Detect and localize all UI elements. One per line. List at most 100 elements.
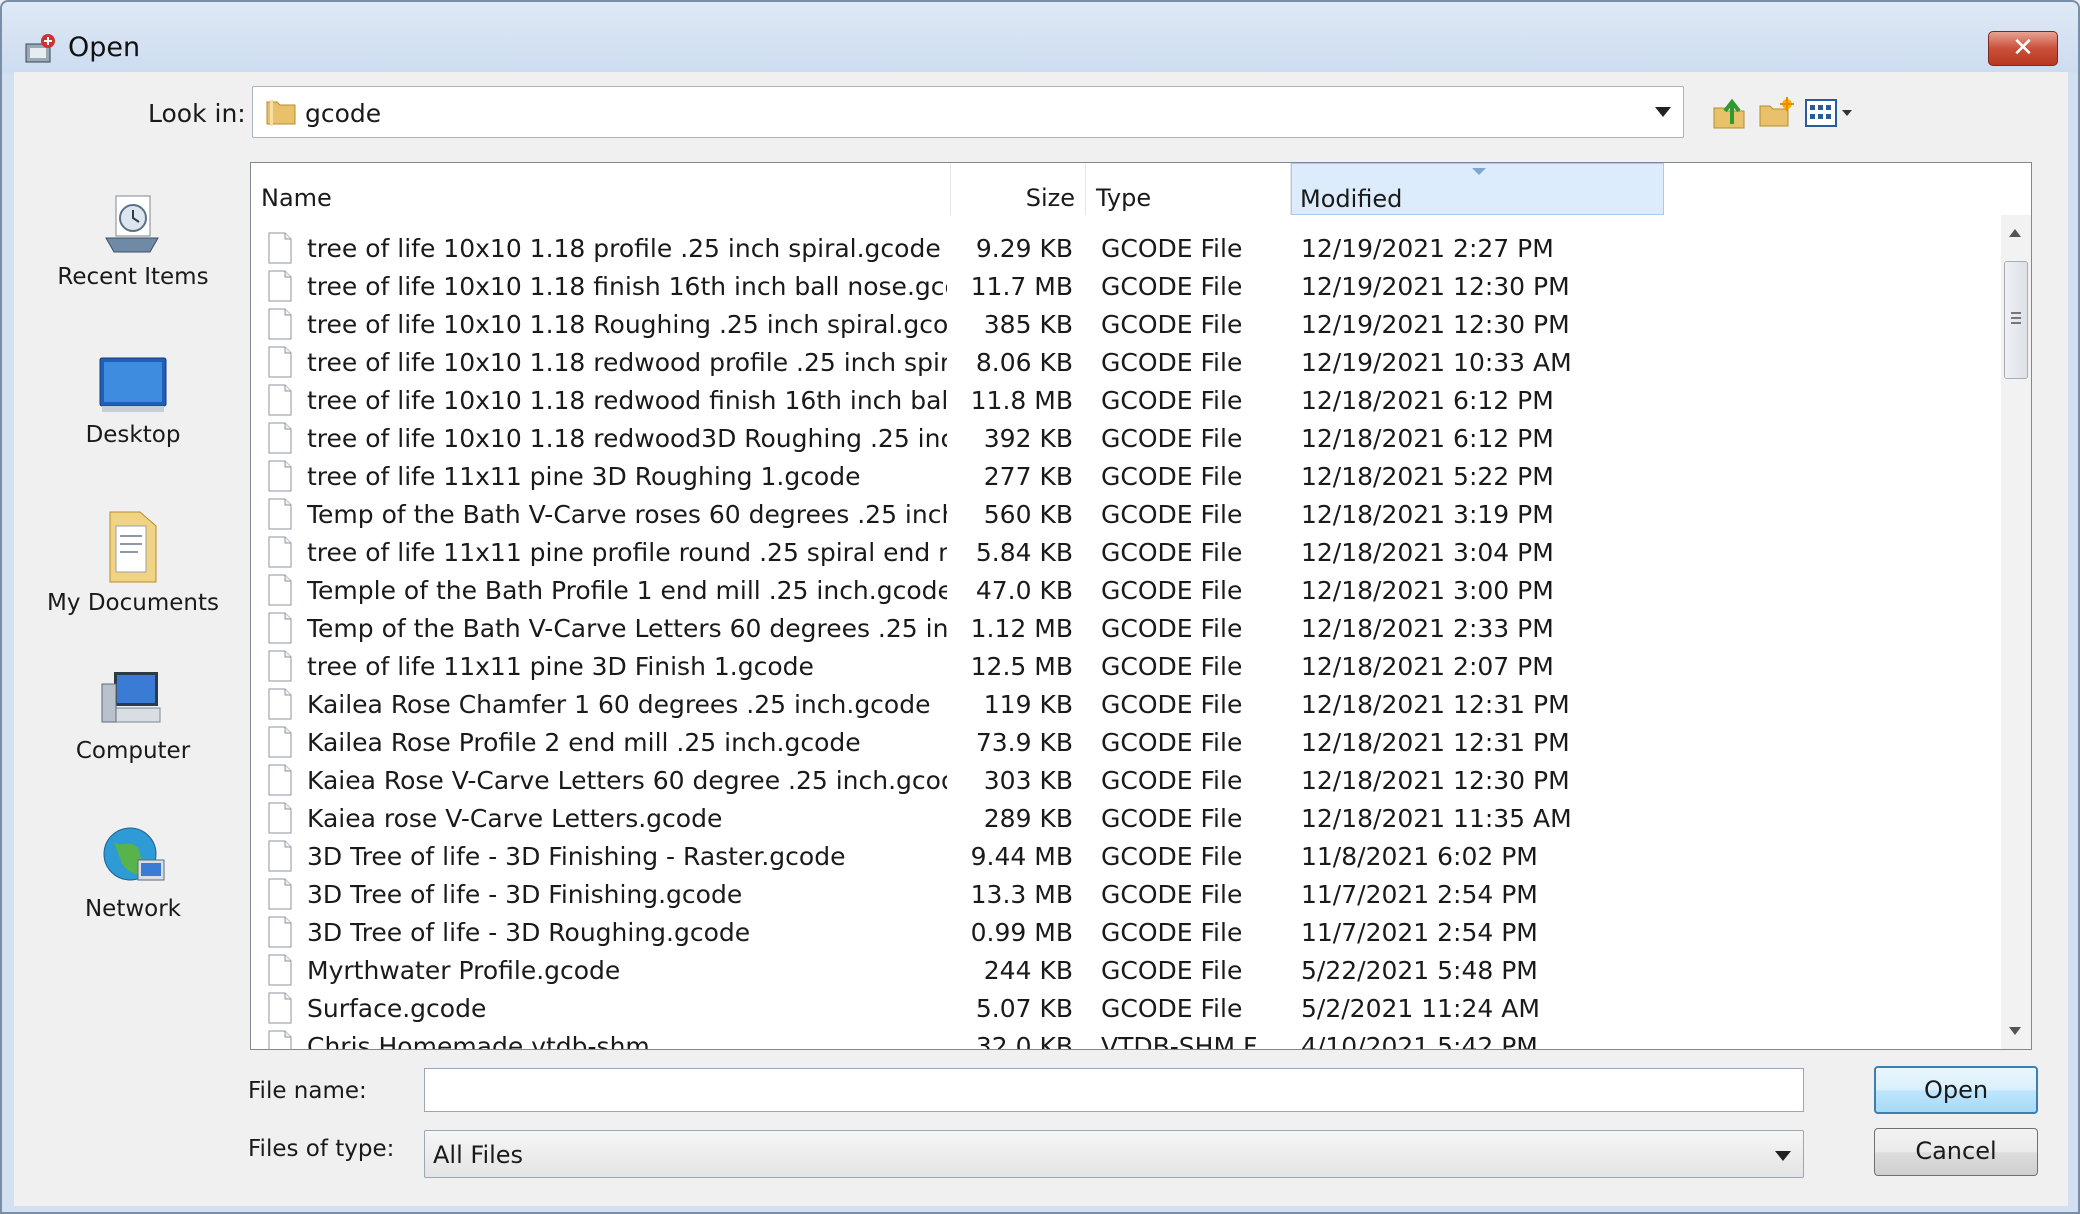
file-name: Kaiea Rose V-Carve Letters 60 degree .25… [307,766,947,795]
file-row[interactable]: Kailea Rose Profile 2 end mill .25 inch.… [251,723,2001,761]
place-desktop[interactable]: Desktop [40,348,226,468]
file-type: GCODE File [1101,918,1243,947]
file-modified: 12/19/2021 12:30 PM [1301,272,1570,301]
place-recent-items[interactable]: Recent Items [40,190,226,310]
place-label: Computer [75,738,191,764]
file-type: GCODE File [1101,234,1243,263]
vertical-scrollbar[interactable] [2001,215,2031,1049]
file-type: GCODE File [1101,500,1243,529]
file-list[interactable]: Name Size Type Modified tree of life 10x… [250,162,2032,1050]
file-name: tree of life 11x11 pine 3D Finish 1.gcod… [307,652,814,681]
file-type: GCODE File [1101,538,1243,567]
file-name: Temp of the Bath V-Carve roses 60 degree… [307,500,947,529]
file-row[interactable]: Kaiea rose V-Carve Letters.gcode 289 KB GC… [251,799,2001,837]
documents-icon [109,511,157,583]
file-icon [268,802,292,834]
scrollbar-thumb[interactable] [2004,261,2028,379]
file-icon [268,764,292,796]
file-icon [268,878,292,910]
close-icon: ✕ [2012,33,2034,63]
files-of-type-label: Files of type: [248,1136,395,1162]
open-dialog: Open ✕ Look in: gcode Recent Items Deskt… [0,0,2080,1214]
cancel-button[interactable]: Cancel [1874,1128,2038,1176]
file-name: tree of life 10x10 1.18 redwood finish 1… [307,386,947,415]
file-modified: 12/18/2021 11:35 AM [1301,804,1572,833]
file-type: GCODE File [1101,956,1243,985]
view-menu-icon[interactable] [1802,94,1858,132]
files-of-type-dropdown[interactable]: All Files [424,1130,1804,1178]
file-name: tree of life 10x10 1.18 Roughing .25 inc… [307,310,947,339]
file-row[interactable]: Kailea Rose Chamfer 1 60 degrees .25 inc… [251,685,2001,723]
file-icon [268,992,292,1024]
file-icon [268,1030,292,1049]
file-row[interactable]: tree of life 10x10 1.18 finish 16th inch… [251,267,2001,305]
file-size: 244 KB [983,956,1073,985]
file-type: GCODE File [1101,842,1243,871]
scroll-down-icon[interactable] [2009,1027,2021,1035]
column-header-name[interactable]: Name [251,163,951,215]
file-type: GCODE File [1101,994,1243,1023]
new-folder-icon[interactable] [1756,94,1796,132]
file-row[interactable]: 3D Tree of life - 3D Finishing.gcode 13.3… [251,875,2001,913]
file-size: 277 KB [983,462,1073,491]
close-button[interactable]: ✕ [1988,31,2058,66]
up-one-level-icon[interactable] [1710,94,1750,132]
file-row[interactable]: Myrthwater Profile.gcode 244 KB GCODE File… [251,951,2001,989]
file-name: Kaiea rose V-Carve Letters.gcode [307,804,723,833]
open-button[interactable]: Open [1874,1066,2038,1114]
column-header-type[interactable]: Type [1086,163,1291,215]
file-row[interactable]: Temple of the Bath Profile 1 end mill .2… [251,571,2001,609]
file-row[interactable]: tree of life 10x10 1.18 redwood3D Roughi… [251,419,2001,457]
file-row[interactable]: Temp of the Bath V-Carve roses 60 degree… [251,495,2001,533]
file-name: tree of life 10x10 1.18 redwood3D Roughi… [307,424,947,453]
file-type: GCODE File [1101,424,1243,453]
file-row[interactable]: tree of life 11x11 pine 3D Finish 1.gcod… [251,647,2001,685]
file-modified: 11/7/2021 2:54 PM [1301,918,1538,947]
chevron-down-icon [1655,107,1671,117]
file-modified: 12/18/2021 12:31 PM [1301,728,1570,757]
file-modified: 12/19/2021 2:27 PM [1301,234,1554,263]
file-row[interactable]: Chris Homemade.vtdb-shm 32.0 KB VTDB-SHM F… [251,1027,2001,1049]
place-network[interactable]: Network [40,822,226,942]
scroll-up-icon[interactable] [2009,229,2021,237]
computer-icon [101,672,161,723]
file-size: 5.07 KB [975,994,1073,1023]
file-row[interactable]: tree of life 11x11 pine 3D Roughing 1.gc… [251,457,2001,495]
file-row[interactable]: Surface.gcode 5.07 KB GCODE File 5/2/2021 1… [251,989,2001,1027]
desktop-icon [99,357,167,412]
title-bar[interactable]: Open ✕ [2,2,2078,72]
file-name-input[interactable] [424,1068,1804,1112]
file-modified: 12/18/2021 6:12 PM [1301,386,1554,415]
file-modified: 12/18/2021 2:33 PM [1301,614,1554,643]
file-type: GCODE File [1101,766,1243,795]
file-type: GCODE File [1101,728,1243,757]
file-row[interactable]: Temp of the Bath V-Carve Letters 60 degr… [251,609,2001,647]
file-size: 9.44 MB [970,842,1073,871]
file-row[interactable]: tree of life 10x10 1.18 Roughing .25 inc… [251,305,2001,343]
look-in-dropdown[interactable]: gcode [252,86,1684,138]
place-computer[interactable]: Computer [40,664,226,784]
file-row[interactable]: Kaiea Rose V-Carve Letters 60 degree .25… [251,761,2001,799]
file-modified: 12/18/2021 12:30 PM [1301,766,1570,795]
file-size: 0.99 MB [970,918,1073,947]
file-size: 289 KB [983,804,1073,833]
place-label: My Documents [47,590,219,616]
file-row[interactable]: tree of life 10x10 1.18 redwood profile … [251,343,2001,381]
column-header-size[interactable]: Size [951,163,1086,215]
file-type: GCODE File [1101,880,1243,909]
file-icon [268,232,292,264]
look-in-label: Look in: [148,99,246,128]
file-row[interactable]: 3D Tree of life - 3D Roughing.gcode 0.99 … [251,913,2001,951]
place-my-documents[interactable]: My Documents [40,506,226,626]
column-header-modified[interactable]: Modified [1291,163,1664,215]
file-modified: 5/22/2021 5:48 PM [1301,956,1538,985]
file-row[interactable]: tree of life 11x11 pine profile round .2… [251,533,2001,571]
file-icon [268,726,292,758]
file-row[interactable]: 3D Tree of life - 3D Finishing - Raster.… [251,837,2001,875]
file-icon [268,536,292,568]
file-type: GCODE File [1101,386,1243,415]
file-row[interactable]: tree of life 10x10 1.18 redwood finish 1… [251,381,2001,419]
file-row[interactable]: tree of life 10x10 1.18 profile .25 inch… [251,229,2001,267]
file-modified: 12/18/2021 3:19 PM [1301,500,1554,529]
folder-icon [266,100,296,126]
